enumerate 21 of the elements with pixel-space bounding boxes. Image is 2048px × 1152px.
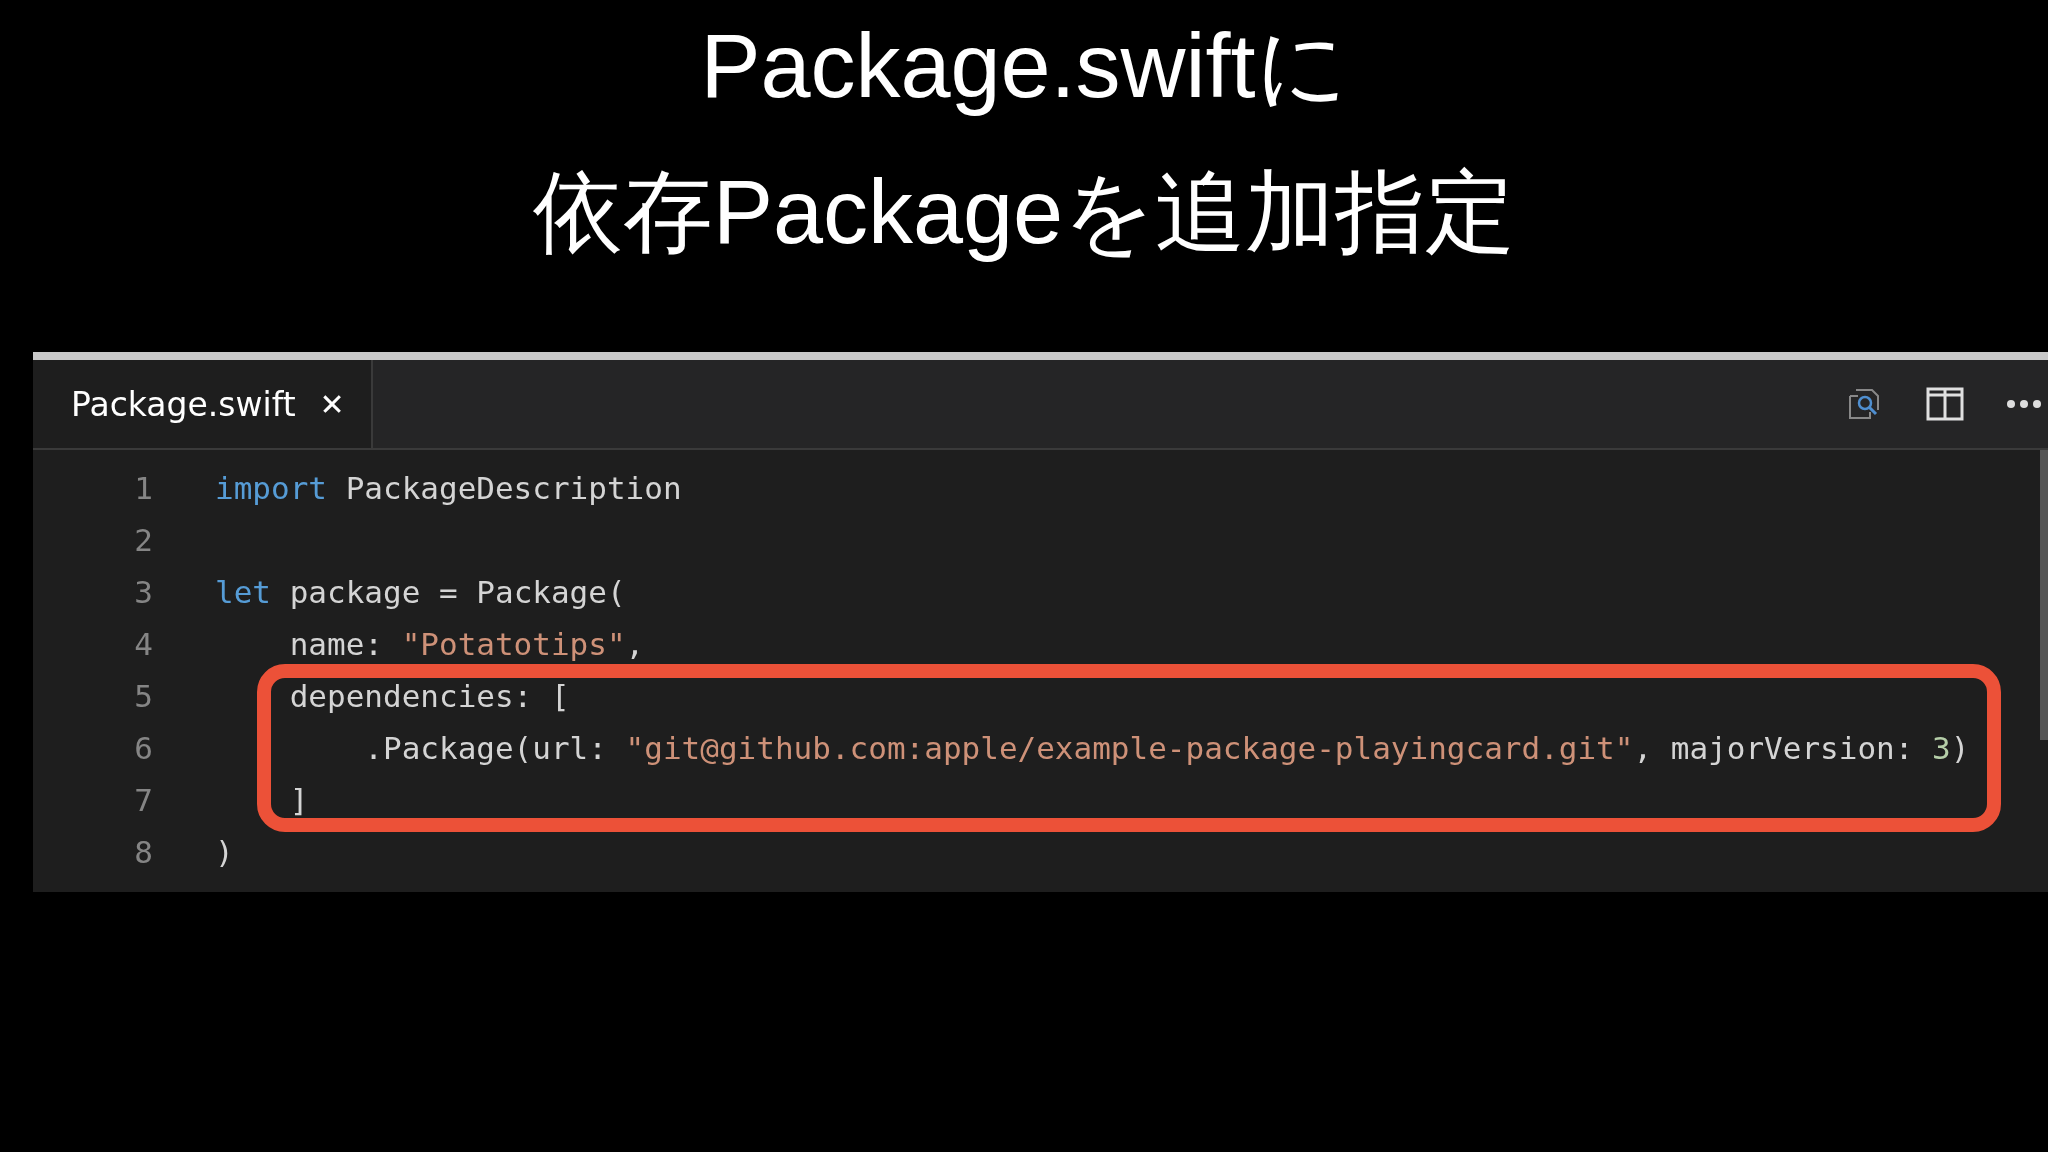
line-number: 5 — [133, 678, 153, 714]
line-number: 8 — [133, 834, 153, 870]
split-editor-icon[interactable] — [1926, 387, 1964, 421]
code-line: ] — [288, 782, 309, 818]
more-icon[interactable] — [2006, 399, 2042, 409]
line-number: 2 — [133, 522, 153, 558]
line-number: 3 — [133, 574, 153, 610]
close-icon[interactable]: ✕ — [319, 386, 345, 422]
slide-title: Package.swiftに — [700, 16, 1348, 116]
code-line: import PackageDescription — [215, 470, 682, 506]
code-line: let package = Package( — [215, 574, 626, 610]
line-number: 7 — [133, 782, 153, 818]
editor-tab[interactable]: Package.swift ✕ — [33, 360, 373, 448]
line-number: 4 — [133, 626, 153, 662]
code-line: name: "Potatotips", — [288, 626, 645, 662]
line-number: 1 — [133, 470, 153, 506]
code-line: .Package(url: "git@github.com:apple/example-package-playingcard.git", majorVersion: 3) — [363, 730, 1970, 766]
code-line: dependencies: [ — [288, 678, 570, 714]
line-number: 6 — [133, 730, 153, 766]
slide-title: 依存Packageを追加指定 — [532, 162, 1516, 262]
code-line: ) — [215, 834, 234, 870]
